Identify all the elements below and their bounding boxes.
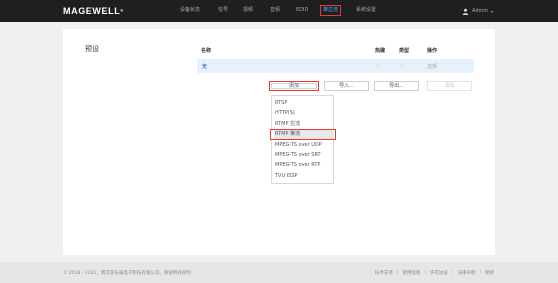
footer-link-legal[interactable]: 法律声明 xyxy=(457,270,475,276)
type-cell: - xyxy=(401,63,403,69)
footer-link-support[interactable]: 技术支持 xyxy=(375,270,393,276)
logo-trademark: ® xyxy=(120,8,124,13)
add-button-label: 添加 xyxy=(288,83,299,89)
nav-streaming[interactable]: 推拉流 xyxy=(320,5,342,16)
footer-separator: | xyxy=(424,270,426,275)
user-menu[interactable]: Admin ▾ xyxy=(462,6,493,16)
column-header-type: 类型 xyxy=(399,48,410,54)
footer-links: 技术支持 | 使用指南 | 许可协议 | 法律声明 | 保修 xyxy=(375,270,494,276)
add-button[interactable]: 添加 xyxy=(269,81,319,91)
hotkey-cell: - xyxy=(377,63,379,69)
clear-button[interactable]: 清除 xyxy=(427,81,472,91)
footer-link-license[interactable]: 许可协议 xyxy=(430,270,448,276)
export-button[interactable]: 导出... xyxy=(374,81,419,91)
dropdown-item-tvu-issp[interactable]: TVU ISSP xyxy=(272,171,333,181)
nav-edid[interactable]: EDID xyxy=(296,7,308,14)
copyright-text: © 2018 - 2021，南京美乐威电子科技有限公司。保留所有权利 xyxy=(63,271,191,276)
user-name: Admin xyxy=(472,8,488,14)
chevron-down-icon: ▾ xyxy=(490,8,493,14)
nav-signal[interactable]: 信号 xyxy=(218,7,228,14)
dropdown-item-mpegts-udp[interactable]: MPEG-TS over UDP xyxy=(272,140,333,150)
nav-system-settings[interactable]: 系统设置 xyxy=(356,7,376,14)
dropdown-item-mpegts-rtp[interactable]: MPEG-TS over RTP xyxy=(272,160,333,170)
footer-link-warranty[interactable]: 保修 xyxy=(485,270,494,276)
footer-separator: | xyxy=(396,270,399,275)
dropdown-item-mpegts-srt[interactable]: MPEG-TS over SRT xyxy=(272,150,333,160)
import-button[interactable]: 导入... xyxy=(324,81,369,91)
page-footer: © 2018 - 2021，南京美乐威电子科技有限公司。保留所有权利 技术支持 … xyxy=(0,262,558,283)
column-header-hotkey: 热键 xyxy=(375,48,386,54)
dropdown-item-rtsp[interactable]: RTSP xyxy=(272,98,333,108)
footer-link-guide[interactable]: 使用指南 xyxy=(402,270,420,276)
nav-device-status[interactable]: 设备状态 xyxy=(180,7,200,14)
footer-separator: | xyxy=(479,270,481,275)
select-link[interactable]: 选择 xyxy=(427,63,437,70)
dropdown-item-https[interactable]: HTTP(S) xyxy=(272,108,333,118)
footer-separator: | xyxy=(451,270,454,275)
dropdown-item-rtmp-push-label: RTMP 推流 xyxy=(274,130,334,139)
user-icon xyxy=(462,8,469,15)
dropdown-item-rtmp-push[interactable]: RTMP 推流 xyxy=(270,129,336,140)
column-header-action: 操作 xyxy=(427,48,438,54)
top-navigation-bar: MAGEWELL® 设备状态 信号 视频 音频 EDID 推拉流 系统设置 Ad… xyxy=(0,0,558,22)
section-title: 预设 xyxy=(85,45,99,53)
presets-card: 预设 名称 热键 类型 操作 无 - - 选择 添加 导入... 导出... 清… xyxy=(63,29,495,255)
nav-video[interactable]: 视频 xyxy=(243,7,253,14)
nav-audio[interactable]: 音频 xyxy=(270,7,280,14)
dropdown-item-rtmp-pull[interactable]: RTMP 拉流 xyxy=(272,119,333,129)
preset-name-cell: 无 xyxy=(202,64,208,70)
column-header-name: 名称 xyxy=(201,48,212,54)
add-preset-dropdown: RTSP HTTP(S) RTMP 拉流 RTMP 推流 MPEG-TS ove… xyxy=(270,95,336,184)
logo-text: MAGEWELL xyxy=(63,6,121,16)
magewell-logo[interactable]: MAGEWELL® xyxy=(63,6,124,16)
